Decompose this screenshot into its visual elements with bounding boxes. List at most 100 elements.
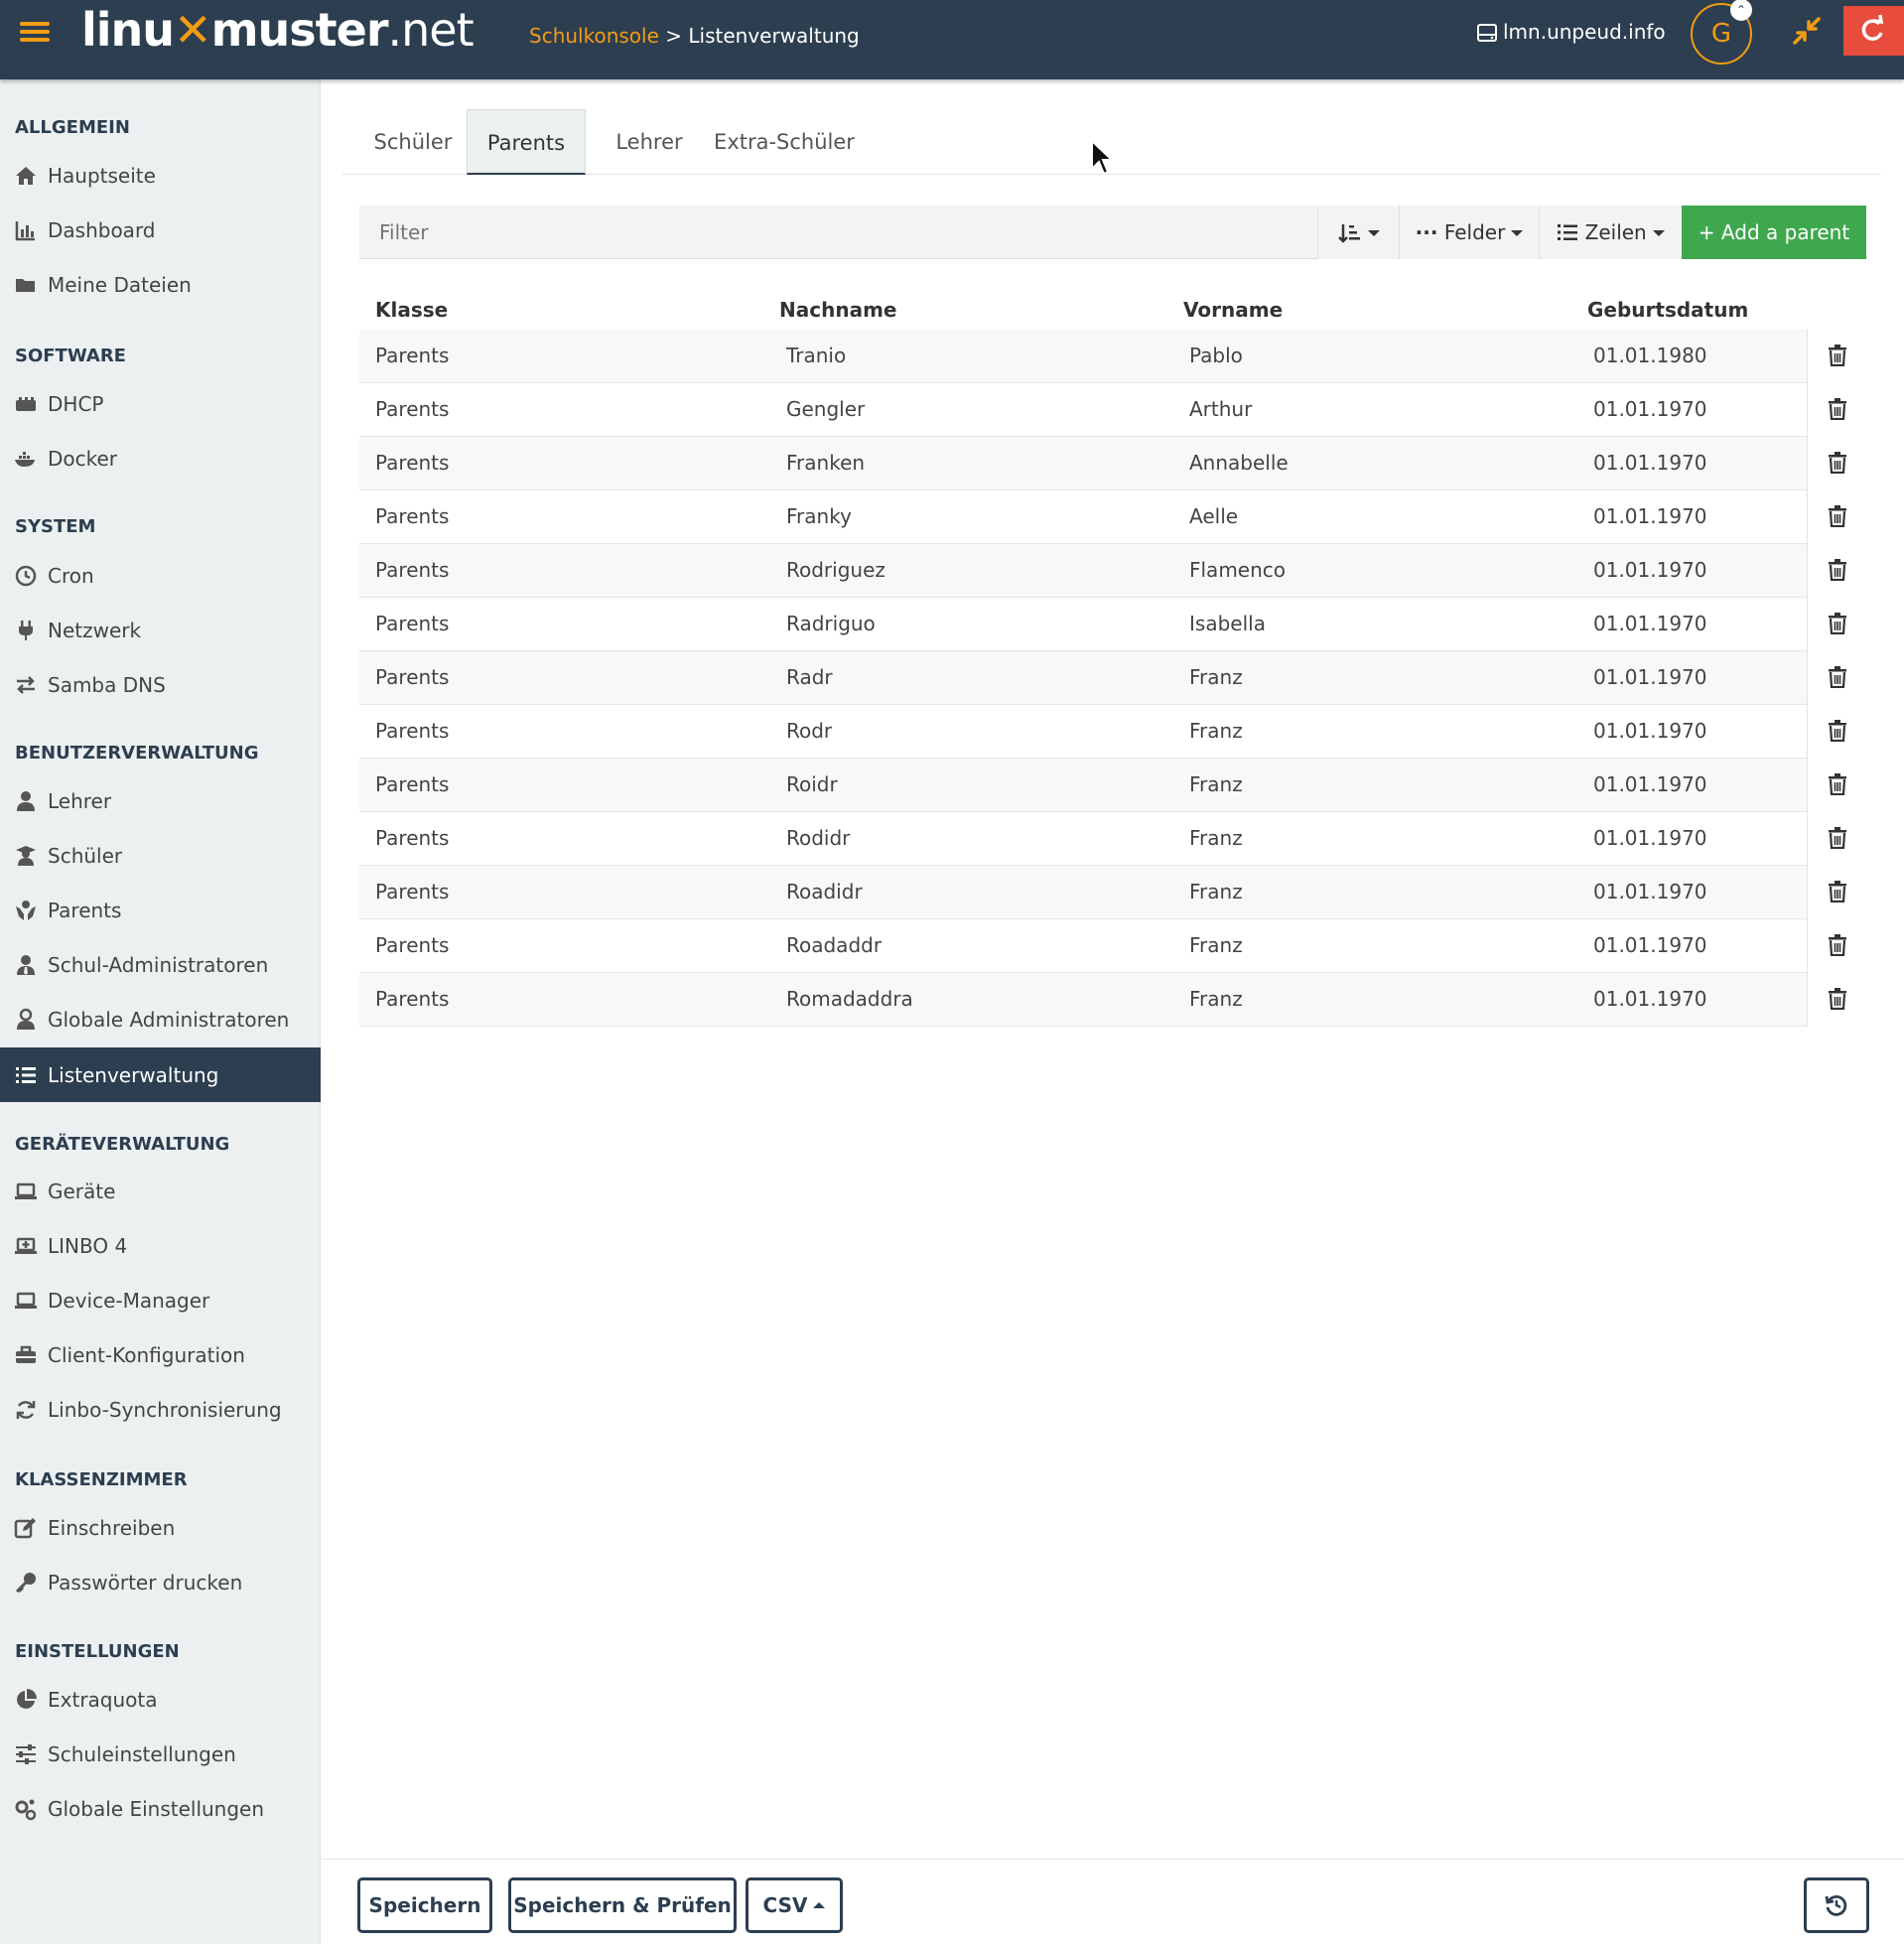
table-cell-nachname[interactable]: Tranio bbox=[786, 344, 846, 367]
table-cell-vorname[interactable]: Franz bbox=[1189, 772, 1243, 796]
table-cell-geburtsdatum[interactable]: 01.01.1970 bbox=[1593, 880, 1707, 903]
table-cell-nachname[interactable]: Radr bbox=[786, 665, 833, 689]
delete-row-button[interactable] bbox=[1807, 544, 1866, 598]
table-cell-vorname[interactable]: Isabella bbox=[1189, 612, 1266, 635]
logo[interactable]: linu✕muster.net bbox=[81, 2, 475, 66]
table-cell-vorname[interactable]: Arthur bbox=[1189, 397, 1252, 421]
delete-row-button[interactable] bbox=[1807, 651, 1866, 705]
sidebar-item-device-manager[interactable]: Device-Manager bbox=[0, 1279, 321, 1322]
sidebar-item-parents[interactable]: Parents bbox=[0, 889, 321, 932]
add-parent-button[interactable]: + Add a parent bbox=[1682, 206, 1866, 259]
table-cell-klasse[interactable]: Parents bbox=[375, 826, 449, 850]
delete-row-button[interactable] bbox=[1807, 759, 1866, 812]
delete-row-button[interactable] bbox=[1807, 919, 1866, 973]
table-cell-nachname[interactable]: Roadidr bbox=[786, 880, 863, 903]
menu-icon[interactable] bbox=[20, 18, 50, 48]
table-cell-nachname[interactable]: Gengler bbox=[786, 397, 865, 421]
table-cell-geburtsdatum[interactable]: 01.01.1970 bbox=[1593, 397, 1707, 421]
table-cell-geburtsdatum[interactable]: 01.01.1970 bbox=[1593, 719, 1707, 743]
sidebar-item-globale-einstellungen[interactable]: Globale Einstellungen bbox=[0, 1787, 321, 1831]
table-cell-klasse[interactable]: Parents bbox=[375, 933, 449, 957]
table-cell-geburtsdatum[interactable]: 01.01.1970 bbox=[1593, 772, 1707, 796]
sidebar-item-schuleinstellungen[interactable]: Schuleinstellungen bbox=[0, 1733, 321, 1776]
delete-row-button[interactable] bbox=[1807, 330, 1866, 383]
save-button[interactable]: Speichern bbox=[357, 1877, 492, 1933]
sidebar-item-lehrer[interactable]: Lehrer bbox=[0, 779, 321, 823]
table-row[interactable]: Parents Radr Franz 01.01.1970 bbox=[359, 651, 1866, 705]
tab-lehrer[interactable]: Lehrer bbox=[601, 109, 698, 175]
table-row[interactable]: Parents Radriguo Isabella 01.01.1970 bbox=[359, 598, 1866, 651]
table-cell-nachname[interactable]: Roidr bbox=[786, 772, 838, 796]
column-header-nachname[interactable]: Nachname bbox=[779, 298, 896, 322]
table-cell-nachname[interactable]: Romadaddra bbox=[786, 987, 913, 1011]
table-cell-vorname[interactable]: Annabelle bbox=[1189, 451, 1289, 475]
column-header-vorname[interactable]: Vorname bbox=[1183, 298, 1283, 322]
table-cell-klasse[interactable]: Parents bbox=[375, 612, 449, 635]
csv-dropdown-button[interactable]: CSV bbox=[746, 1877, 843, 1933]
column-header-klasse[interactable]: Klasse bbox=[375, 298, 448, 322]
table-cell-nachname[interactable]: Rodidr bbox=[786, 826, 850, 850]
table-row[interactable]: Parents Gengler Arthur 01.01.1970 bbox=[359, 383, 1866, 437]
user-avatar[interactable]: G ⌃ bbox=[1691, 0, 1752, 65]
table-cell-klasse[interactable]: Parents bbox=[375, 665, 449, 689]
sidebar-item-dashboard[interactable]: Dashboard bbox=[0, 208, 321, 252]
tab-schueler[interactable]: Schüler bbox=[362, 109, 464, 175]
table-row[interactable]: Parents Tranio Pablo 01.01.1980 bbox=[359, 330, 1866, 383]
table-cell-klasse[interactable]: Parents bbox=[375, 772, 449, 796]
sort-button[interactable] bbox=[1317, 206, 1399, 259]
sidebar-item-geraete[interactable]: Geräte bbox=[0, 1170, 321, 1213]
history-button[interactable] bbox=[1804, 1877, 1869, 1933]
reload-button[interactable] bbox=[1843, 6, 1904, 56]
table-cell-nachname[interactable]: Roadaddr bbox=[786, 933, 882, 957]
sidebar-item-client-konfiguration[interactable]: Client-Konfiguration bbox=[0, 1333, 321, 1377]
table-cell-geburtsdatum[interactable]: 01.01.1970 bbox=[1593, 933, 1707, 957]
table-cell-vorname[interactable]: Franz bbox=[1189, 826, 1243, 850]
sidebar-item-cron[interactable]: Cron bbox=[0, 554, 321, 598]
column-header-geburtsdatum[interactable]: Geburtsdatum bbox=[1587, 298, 1748, 322]
table-cell-vorname[interactable]: Flamenco bbox=[1189, 558, 1286, 582]
table-cell-vorname[interactable]: Franz bbox=[1189, 933, 1243, 957]
table-cell-klasse[interactable]: Parents bbox=[375, 397, 449, 421]
sidebar-item-meine-dateien[interactable]: Meine Dateien bbox=[0, 263, 321, 307]
sidebar-item-hauptseite[interactable]: Hauptseite bbox=[0, 154, 321, 198]
compress-icon[interactable] bbox=[1792, 16, 1822, 46]
sidebar-item-linbo-4[interactable]: LINBO 4 bbox=[0, 1224, 321, 1268]
fields-dropdown-button[interactable]: ··· Felder bbox=[1399, 206, 1539, 259]
table-cell-klasse[interactable]: Parents bbox=[375, 987, 449, 1011]
sidebar-item-globale-administratoren[interactable]: Globale Administratoren bbox=[0, 998, 321, 1041]
table-cell-nachname[interactable]: Franky bbox=[786, 504, 852, 528]
breadcrumb-root-link[interactable]: Schulkonsole bbox=[529, 24, 659, 48]
table-cell-klasse[interactable]: Parents bbox=[375, 344, 449, 367]
sidebar-item-schul-administratoren[interactable]: Schul-Administratoren bbox=[0, 943, 321, 987]
table-cell-klasse[interactable]: Parents bbox=[375, 504, 449, 528]
table-cell-nachname[interactable]: Radriguo bbox=[786, 612, 876, 635]
delete-row-button[interactable] bbox=[1807, 383, 1866, 437]
table-row[interactable]: Parents Romadaddra Franz 01.01.1970 bbox=[359, 973, 1866, 1027]
table-row[interactable]: Parents Roadidr Franz 01.01.1970 bbox=[359, 866, 1866, 919]
sidebar-item-linbo-synchronisierung[interactable]: Linbo-Synchronisierung bbox=[0, 1388, 321, 1432]
tab-extra-schueler[interactable]: Extra-Schüler bbox=[710, 109, 859, 175]
table-cell-vorname[interactable]: Franz bbox=[1189, 880, 1243, 903]
sidebar-item-passwoerter-drucken[interactable]: Passwörter drucken bbox=[0, 1561, 321, 1604]
sidebar-item-einschreiben[interactable]: Einschreiben bbox=[0, 1506, 321, 1550]
table-cell-geburtsdatum[interactable]: 01.01.1980 bbox=[1593, 344, 1707, 367]
table-cell-nachname[interactable]: Franken bbox=[786, 451, 865, 475]
delete-row-button[interactable] bbox=[1807, 705, 1866, 759]
sidebar-item-schueler[interactable]: Schüler bbox=[0, 834, 321, 878]
table-cell-geburtsdatum[interactable]: 01.01.1970 bbox=[1593, 826, 1707, 850]
table-cell-geburtsdatum[interactable]: 01.01.1970 bbox=[1593, 451, 1707, 475]
table-row[interactable]: Parents Rodidr Franz 01.01.1970 bbox=[359, 812, 1866, 866]
tab-parents[interactable]: Parents bbox=[467, 109, 586, 175]
delete-row-button[interactable] bbox=[1807, 866, 1866, 919]
table-cell-nachname[interactable]: Rodr bbox=[786, 719, 832, 743]
table-cell-geburtsdatum[interactable]: 01.01.1970 bbox=[1593, 987, 1707, 1011]
table-cell-vorname[interactable]: Franz bbox=[1189, 665, 1243, 689]
table-cell-vorname[interactable]: Pablo bbox=[1189, 344, 1243, 367]
sidebar-item-listenverwaltung[interactable]: Listenverwaltung bbox=[0, 1047, 321, 1102]
delete-row-button[interactable] bbox=[1807, 973, 1866, 1027]
table-cell-klasse[interactable]: Parents bbox=[375, 451, 449, 475]
sidebar-item-docker[interactable]: Docker bbox=[0, 437, 321, 481]
table-row[interactable]: Parents Franken Annabelle 01.01.1970 bbox=[359, 437, 1866, 490]
sidebar-item-extraquota[interactable]: Extraquota bbox=[0, 1678, 321, 1722]
sidebar-item-samba-dns[interactable]: Samba DNS bbox=[0, 663, 321, 707]
